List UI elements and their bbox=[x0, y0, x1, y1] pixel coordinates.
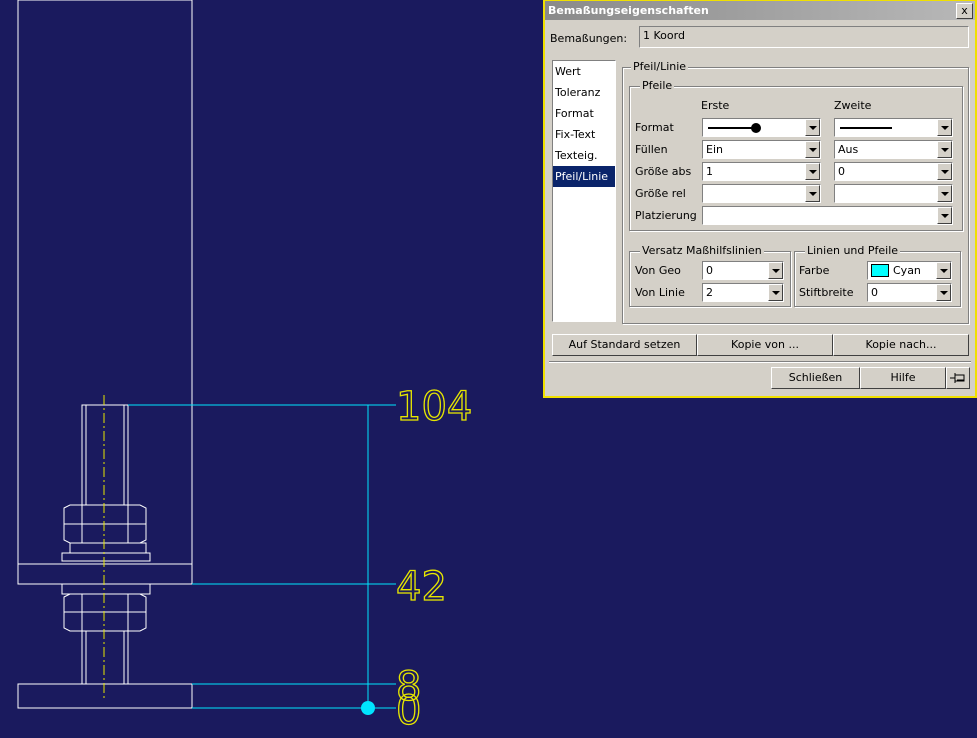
offset-geo-label: Von Geo bbox=[635, 264, 681, 277]
lower-washer bbox=[61, 583, 151, 595]
pen-width-combo[interactable]: 0 bbox=[867, 283, 952, 302]
row-size-abs-label: Größe abs bbox=[635, 165, 692, 178]
vertical-plate bbox=[17, 0, 193, 565]
dim-label-0: 0 bbox=[396, 688, 421, 734]
dialog-titlebar[interactable]: Bemaßungseigenschaften x bbox=[545, 1, 975, 20]
offset-line-combo[interactable]: 2 bbox=[702, 283, 784, 302]
chevron-down-icon[interactable] bbox=[937, 141, 952, 158]
chevron-down-icon[interactable] bbox=[937, 163, 952, 180]
chevron-down-icon[interactable] bbox=[768, 262, 783, 279]
size-abs-first-value: 1 bbox=[706, 165, 713, 178]
chevron-down-icon[interactable] bbox=[805, 185, 820, 202]
copy-to-button[interactable]: Kopie nach... bbox=[833, 334, 969, 356]
pin-icon bbox=[950, 373, 965, 383]
offset-line-value: 2 bbox=[706, 286, 713, 299]
fill-second-combo[interactable]: Aus bbox=[834, 140, 953, 159]
pen-width-value: 0 bbox=[871, 286, 878, 299]
fill-first-value: Ein bbox=[706, 143, 723, 156]
category-item-pfeil-linie[interactable]: Pfeil/Linie bbox=[553, 166, 615, 187]
close-icon[interactable]: x bbox=[956, 3, 973, 19]
group-arrows-title: Pfeile bbox=[640, 79, 675, 92]
category-list[interactable]: Wert Toleranz Format Fix-Text Texteig. P… bbox=[552, 60, 616, 322]
chevron-down-icon[interactable] bbox=[805, 141, 820, 158]
chevron-down-icon[interactable] bbox=[805, 119, 820, 136]
color-label: Farbe bbox=[799, 264, 830, 277]
arrow-dot-icon bbox=[708, 123, 761, 133]
lower-shaft bbox=[81, 630, 129, 685]
format-second-combo[interactable] bbox=[834, 118, 953, 137]
group-lines-title: Linien und Pfeile bbox=[805, 244, 901, 257]
dim-origin-dot bbox=[361, 701, 375, 715]
row-fill-label: Füllen bbox=[635, 143, 668, 156]
size-rel-first-combo[interactable] bbox=[702, 184, 821, 203]
size-rel-second-combo[interactable] bbox=[834, 184, 953, 203]
chevron-down-icon[interactable] bbox=[936, 262, 951, 279]
group-pfeil-linie-title: Pfeil/Linie bbox=[631, 60, 689, 73]
fill-first-combo[interactable]: Ein bbox=[702, 140, 821, 159]
fill-second-value: Aus bbox=[838, 143, 859, 156]
color-swatch bbox=[871, 264, 889, 277]
row-format-label: Format bbox=[635, 121, 674, 134]
row-size-rel-label: Größe rel bbox=[635, 187, 686, 200]
dim-label-104: 104 bbox=[396, 384, 472, 430]
dimensions-field: 1 Koord bbox=[639, 26, 969, 48]
col-first-label: Erste bbox=[701, 99, 730, 112]
size-abs-second-combo[interactable]: 0 bbox=[834, 162, 953, 181]
dialog-title: Bemaßungseigenschaften bbox=[548, 4, 709, 17]
size-abs-first-combo[interactable]: 1 bbox=[702, 162, 821, 181]
reset-to-default-button[interactable]: Auf Standard setzen bbox=[552, 334, 697, 356]
category-item-fix-text[interactable]: Fix-Text bbox=[553, 124, 615, 145]
chevron-down-icon[interactable] bbox=[768, 284, 783, 301]
upper-washer bbox=[69, 542, 147, 554]
pen-width-label: Stiftbreite bbox=[799, 286, 854, 299]
category-item-toleranz[interactable]: Toleranz bbox=[553, 82, 615, 103]
dimensions-label: Bemaßungen: bbox=[550, 32, 628, 45]
dimension-properties-dialog: Bemaßungseigenschaften x Bemaßungen: 1 K… bbox=[543, 0, 977, 398]
chevron-down-icon[interactable] bbox=[937, 119, 952, 136]
offset-geo-combo[interactable]: 0 bbox=[702, 261, 784, 280]
category-item-wert[interactable]: Wert bbox=[553, 61, 615, 82]
dim-label-42: 42 bbox=[396, 564, 447, 610]
placement-combo[interactable] bbox=[702, 206, 953, 225]
category-item-texteig[interactable]: Texteig. bbox=[553, 145, 615, 166]
offset-line-label: Von Linie bbox=[635, 286, 685, 299]
chevron-down-icon[interactable] bbox=[805, 163, 820, 180]
separator bbox=[549, 361, 971, 363]
color-value: Cyan bbox=[893, 264, 921, 277]
chevron-down-icon[interactable] bbox=[936, 284, 951, 301]
plain-line-icon bbox=[840, 127, 892, 129]
chevron-down-icon[interactable] bbox=[937, 207, 952, 224]
pin-button[interactable] bbox=[946, 367, 970, 389]
color-combo[interactable]: Cyan bbox=[867, 261, 952, 280]
copy-from-button[interactable]: Kopie von ... bbox=[697, 334, 833, 356]
group-offset-title: Versatz Maßhilfslinien bbox=[640, 244, 764, 257]
placement-label: Platzierung bbox=[635, 209, 697, 222]
help-button[interactable]: Hilfe bbox=[860, 367, 946, 389]
offset-geo-value: 0 bbox=[706, 264, 713, 277]
chevron-down-icon[interactable] bbox=[937, 185, 952, 202]
category-item-format[interactable]: Format bbox=[553, 103, 615, 124]
size-abs-second-value: 0 bbox=[838, 165, 845, 178]
base-plate bbox=[17, 683, 193, 709]
close-button[interactable]: Schließen bbox=[771, 367, 860, 389]
col-second-label: Zweite bbox=[834, 99, 872, 112]
bolt-shaft bbox=[81, 404, 129, 506]
dimensions-value: 1 Koord bbox=[643, 29, 685, 42]
format-first-combo[interactable] bbox=[702, 118, 821, 137]
upper-plate-flange bbox=[17, 563, 193, 585]
